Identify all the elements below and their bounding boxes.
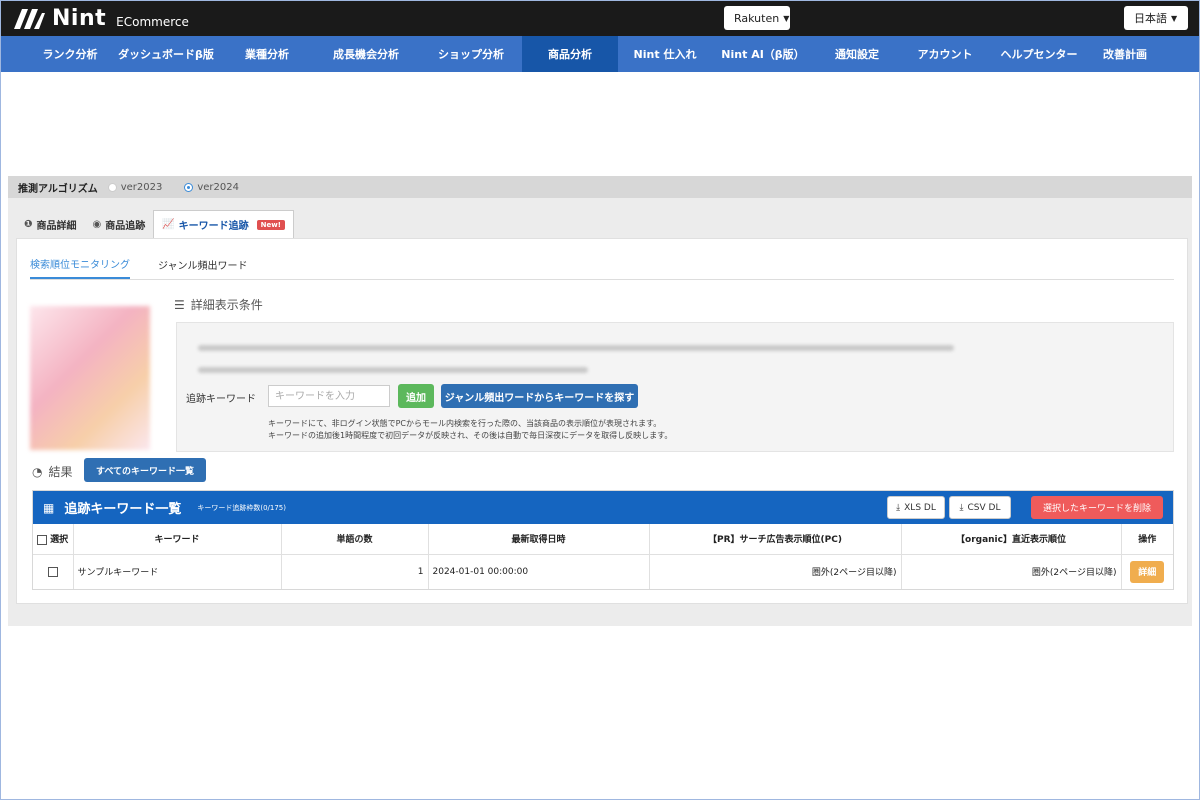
nav-item-improve[interactable]: 改善計画 [1088, 36, 1162, 72]
select-all-checkbox[interactable] [37, 534, 47, 545]
brand-name: Nint [52, 6, 107, 31]
nint-logo-icon [14, 8, 45, 29]
keyword-label: 追跡キーワード [186, 394, 256, 405]
nav-item-notify[interactable]: 通知設定 [814, 36, 900, 72]
row-select-cell [33, 554, 74, 589]
sliders-icon: ☰ [174, 297, 185, 312]
csv-download-label: CSV DL [967, 502, 1001, 513]
conditions-title-label: 詳細表示条件 [190, 298, 263, 312]
delete-selected-button[interactable]: 選択したキーワードを削除 [1031, 496, 1163, 519]
add-keyword-button[interactable]: 追加 [398, 384, 434, 408]
col-word-count: 単語の数 [281, 524, 429, 555]
result-title-label: 結果 [48, 465, 73, 479]
tab-label: キーワード追跡 [178, 221, 249, 232]
table-header-row: 選択 キーワード 単語の数 最新取得日時 【PR】サーチ広告表示順位(PC) 【… [33, 524, 1173, 555]
conditions-title: ☰ 詳細表示条件 [174, 296, 263, 313]
word-count-cell: 1 [281, 554, 429, 589]
nav-item-industry[interactable]: 業種分析 [222, 36, 312, 72]
subtab-monitoring[interactable]: 検索順位モニタリング [30, 256, 130, 279]
info-icon: ❶ [24, 218, 33, 230]
algo-radio-label: ver2023 [120, 181, 163, 193]
nav-item-purchase[interactable]: Nint 仕入れ [618, 36, 712, 72]
row-checkbox[interactable] [47, 566, 58, 577]
brand-sub: ECommerce [116, 14, 189, 29]
radio-selected-icon [184, 182, 194, 192]
keyword-input[interactable] [268, 385, 390, 407]
download-icon: ⤓ [896, 502, 901, 513]
tab-label: 商品追跡 [105, 220, 146, 232]
algo-radio-ver2024[interactable]: ver2024 [184, 182, 239, 193]
organic-rank-cell: 圏外(2ページ目以降) [901, 554, 1122, 589]
tab-keyword-track[interactable]: 📈 キーワード追跡 New! [153, 210, 294, 238]
keyword-cell: サンプルキーワード [73, 554, 282, 589]
keyword-table: 選択 キーワード 単語の数 最新取得日時 【PR】サーチ広告表示順位(PC) 【… [33, 524, 1173, 589]
caret-down-icon: ▼ [1171, 13, 1178, 23]
col-keyword: キーワード [73, 524, 282, 555]
language-select-label: 日本語 [1134, 12, 1167, 25]
action-cell: 詳細 [1121, 554, 1173, 589]
nav-item-shop[interactable]: ショップ分析 [420, 36, 522, 72]
note-line-1: キーワードにて、非ログイン状態でPCからモール内検索を行った際の、当該商品の表示… [268, 419, 662, 428]
nav-item-rank[interactable]: ランク分析 [30, 36, 110, 72]
nav-item-account[interactable]: アカウント [900, 36, 990, 72]
product-image [30, 306, 150, 450]
col-pr-rank: 【PR】サーチ広告表示順位(PC) [649, 524, 902, 555]
note-line-2: キーワードの追加後1時間程度で初回データが反映され、その後は自動で毎日深夜にデー… [268, 431, 673, 440]
caret-down-icon: ▼ [783, 13, 790, 23]
eye-icon: ◉ [92, 218, 102, 230]
table-icon: ▦ [43, 500, 55, 515]
pr-rank-cell: 圏外(2ページ目以降) [649, 554, 902, 589]
language-select[interactable]: 日本語 ▼ [1124, 6, 1188, 30]
col-select: 選択 [33, 524, 74, 555]
nav-item-help[interactable]: ヘルプセンター [990, 36, 1088, 72]
tracked-keywords-panel: ▦ 追跡キーワード一覧 キーワード追跡枠数(0/175) ⤓ XLS DL ⤓ … [32, 490, 1174, 590]
blurred-product-tags [198, 367, 588, 373]
download-icon: ⤓ [959, 502, 964, 513]
xls-download-button[interactable]: ⤓ XLS DL [887, 496, 945, 519]
main-nav: ランク分析 ダッシュボードβ版 業種分析 成長機会分析 ショップ分析 商品分析 … [0, 36, 1200, 72]
tab-label: 商品詳細 [36, 220, 77, 232]
mall-select-label: Rakuten [734, 11, 780, 25]
sub-tabs: 検索順位モニタリング ジャンル頻出ワード [30, 256, 1174, 280]
col-action: 操作 [1121, 524, 1173, 555]
nav-item-product[interactable]: 商品分析 [522, 36, 618, 72]
algorithm-bar: 推測アルゴリズム ver2023 ver2024 [8, 176, 1192, 198]
tab-product-detail[interactable]: ❶ 商品詳細 [16, 210, 84, 238]
col-select-label: 選択 [50, 535, 69, 546]
radio-icon [107, 182, 117, 192]
table-row: サンプルキーワード 1 2024-01-01 00:00:00 圏外(2ページ目… [33, 554, 1173, 589]
nav-item-growth[interactable]: 成長機会分析 [312, 36, 420, 72]
subtab-genre-words[interactable]: ジャンル頻出ワード [158, 256, 248, 279]
csv-download-button[interactable]: ⤓ CSV DL [949, 496, 1011, 519]
find-genre-keyword-button[interactable]: ジャンル頻出ワードからキーワードを探す [441, 384, 638, 408]
col-datetime: 最新取得日時 [428, 524, 650, 555]
chart-line-icon: 📈 [162, 219, 175, 230]
panel-title-label: 追跡キーワード一覧 [64, 502, 182, 517]
dashboard-gauge-icon: ◔ [32, 464, 43, 479]
logo[interactable]: Nint ECommerce [12, 6, 189, 31]
detail-button[interactable]: 詳細 [1130, 560, 1165, 583]
result-title: ◔ 結果 [32, 463, 73, 480]
blurred-product-title [198, 345, 954, 351]
datetime-cell: 2024-01-01 00:00:00 [428, 554, 650, 589]
keyword-count-label: キーワード追跡枠数(0/175) [197, 503, 286, 512]
tab-product-track[interactable]: ◉ 商品追跡 [84, 210, 153, 238]
nav-item-ai[interactable]: Nint AI（β版） [712, 36, 814, 72]
all-keywords-button[interactable]: すべてのキーワード一覧 [84, 458, 206, 482]
mall-select[interactable]: Rakuten ▼ [724, 6, 790, 30]
product-tabs: ❶ 商品詳細 ◉ 商品追跡 📈 キーワード追跡 New! [16, 210, 294, 238]
col-organic-rank: 【organic】直近表示順位 [901, 524, 1122, 555]
panel-header: ▦ 追跡キーワード一覧 キーワード追跡枠数(0/175) ⤓ XLS DL ⤓ … [33, 491, 1173, 524]
top-bar: Nint ECommerce Rakuten ▼ 日本語 ▼ [0, 0, 1200, 36]
algo-radio-label: ver2024 [197, 181, 239, 193]
xls-download-label: XLS DL [904, 502, 936, 513]
algo-radio-ver2023[interactable]: ver2023 [107, 181, 163, 193]
algorithm-title: 推測アルゴリズム [18, 183, 98, 195]
nav-item-dashboard[interactable]: ダッシュボードβ版 [110, 36, 222, 72]
new-badge: New! [256, 219, 285, 230]
panel-title: ▦ 追跡キーワード一覧 [43, 498, 182, 518]
